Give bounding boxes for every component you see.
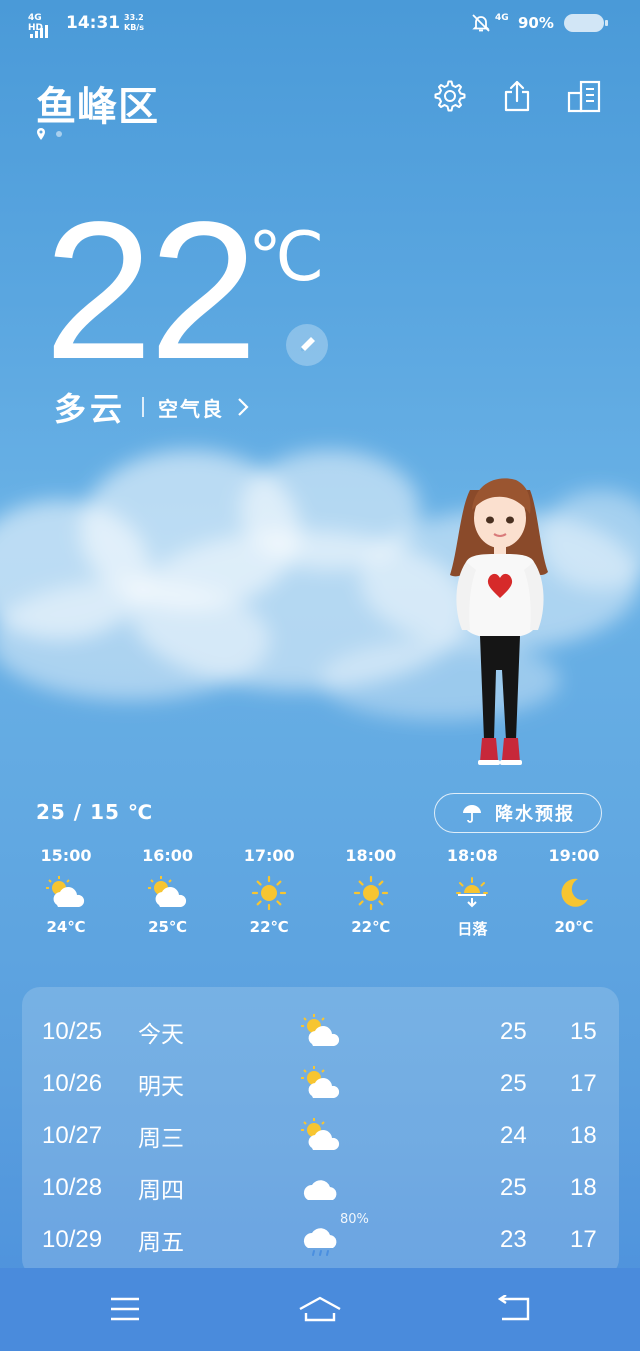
signal-indicator: 4G HD xyxy=(28,13,58,38)
rain-icon xyxy=(303,1228,337,1256)
daily-date: 10/26 xyxy=(42,1070,103,1097)
divider xyxy=(142,397,145,417)
daily-weekday: 今天 xyxy=(138,1022,184,1048)
hourly-item: 18:08 日落 xyxy=(422,846,522,939)
battery-percent: 90% xyxy=(518,14,554,32)
daily-date: 10/27 xyxy=(42,1122,103,1149)
daily-high: 23 xyxy=(500,1226,527,1253)
hour-time: 19:00 xyxy=(548,846,600,865)
daily-row[interactable]: 10/29 周五 80% 23 17 xyxy=(22,1212,619,1266)
back-button[interactable] xyxy=(485,1284,545,1334)
hour-temp: 20℃ xyxy=(554,918,594,936)
daily-low: 17 xyxy=(570,1226,597,1253)
partly-cloudy-icon xyxy=(46,876,85,907)
speed-value: 33.2 xyxy=(124,13,144,22)
sun-icon xyxy=(353,875,388,911)
hour-time: 18:08 xyxy=(446,846,498,865)
daily-weekday: 周五 xyxy=(138,1230,184,1256)
page-dot xyxy=(56,131,62,137)
city-list-button[interactable] xyxy=(564,76,604,116)
weather-character-illustration xyxy=(450,478,548,765)
daily-date: 10/25 xyxy=(42,1018,103,1045)
hourly-forecast[interactable]: 15:00 24℃ 16:00 25℃ 17:00 22℃ 18:00 22℃ … xyxy=(16,846,624,939)
hour-temp: 24℃ xyxy=(46,918,86,936)
system-navigation-bar xyxy=(0,1268,640,1351)
current-temperature: 22 xyxy=(44,181,258,400)
city-name[interactable]: 鱼峰区 xyxy=(36,74,159,132)
network-speed: 33.2 KB/s xyxy=(124,13,144,33)
daily-low: 18 xyxy=(570,1122,597,1149)
network-type-right: 4G xyxy=(495,13,509,23)
edit-button[interactable] xyxy=(286,324,328,366)
hourly-item: 18:00 22℃ xyxy=(321,846,421,939)
settings-button[interactable] xyxy=(430,76,470,116)
sun-icon xyxy=(252,875,287,911)
daily-weekday: 明天 xyxy=(138,1074,184,1100)
daily-high: 25 xyxy=(500,1174,527,1201)
daily-low: 17 xyxy=(570,1070,597,1097)
hourly-item: 17:00 22℃ xyxy=(219,846,319,939)
daily-row[interactable]: 10/28 周四 25 18 xyxy=(22,1162,619,1214)
cloud-icon xyxy=(303,1180,337,1200)
daily-weekday: 周四 xyxy=(138,1178,184,1204)
partly-cloudy-icon xyxy=(301,1014,340,1046)
air-quality-link[interactable]: 空气良 xyxy=(158,393,224,422)
hour-time: 18:00 xyxy=(345,846,397,865)
sunset-label: 日落 xyxy=(457,920,488,938)
daily-date: 10/28 xyxy=(42,1174,103,1201)
back-icon xyxy=(498,1295,530,1321)
buildings-icon xyxy=(567,80,601,113)
precipitation-forecast-button[interactable]: 降水预报 xyxy=(434,793,602,833)
daily-low: 15 xyxy=(570,1018,597,1045)
umbrella-icon xyxy=(463,805,481,823)
precipitation-label: 降水预报 xyxy=(495,804,575,825)
daily-high: 25 xyxy=(500,1018,527,1045)
sunset-icon xyxy=(456,877,489,908)
partly-cloudy-icon xyxy=(301,1066,340,1098)
share-icon xyxy=(504,80,530,112)
battery-icon xyxy=(564,14,608,32)
daily-high: 24 xyxy=(500,1122,527,1149)
hourly-item: 15:00 24℃ xyxy=(16,846,116,939)
status-bar: 4G HD 14:31 33.2 KB/s 4G 90% xyxy=(0,0,640,48)
daily-forecast-card[interactable]: 10/25 今天 25 15 10/26 明天 25 17 10/27 周三 2… xyxy=(22,987,619,1277)
daily-weekday: 周三 xyxy=(138,1126,184,1152)
daily-row[interactable]: 10/26 明天 25 17 xyxy=(22,1058,619,1110)
daily-high: 25 xyxy=(500,1070,527,1097)
share-button[interactable] xyxy=(497,76,537,116)
home-button[interactable] xyxy=(290,1284,350,1334)
hourly-item: 16:00 25℃ xyxy=(118,846,218,939)
daily-low: 18 xyxy=(570,1174,597,1201)
home-icon xyxy=(299,1296,341,1322)
daily-date: 10/29 xyxy=(42,1226,103,1253)
hour-time: 16:00 xyxy=(142,846,194,865)
signal-bars-icon xyxy=(30,25,48,38)
partly-cloudy-icon xyxy=(147,876,186,907)
hour-time: 15:00 xyxy=(40,846,92,865)
temperature-range: 25 / 15 ℃ xyxy=(36,800,154,824)
hour-temp: 22℃ xyxy=(249,918,289,936)
precip-probability: 80% xyxy=(340,1212,369,1227)
chevron-right-icon[interactable] xyxy=(236,396,250,418)
hour-temp: 22℃ xyxy=(351,918,391,936)
hour-temp: 25℃ xyxy=(148,918,188,936)
hourly-item: 19:00 20℃ xyxy=(524,846,624,939)
hour-time: 17:00 xyxy=(243,846,295,865)
moon-icon xyxy=(561,878,588,907)
gear-icon xyxy=(434,80,466,112)
menu-button[interactable] xyxy=(95,1284,155,1334)
daily-row[interactable]: 10/25 今天 25 15 xyxy=(22,1006,619,1058)
daily-row[interactable]: 10/27 周三 24 18 xyxy=(22,1110,619,1162)
clock: 14:31 xyxy=(66,13,121,33)
temperature-unit: ℃ xyxy=(248,219,325,295)
pencil-icon xyxy=(300,337,315,352)
location-pin-icon xyxy=(37,128,45,140)
speed-unit: KB/s xyxy=(124,23,144,32)
location-page-indicator xyxy=(36,128,62,140)
menu-icon xyxy=(111,1297,139,1321)
partly-cloudy-icon xyxy=(301,1118,340,1150)
muted-bell-icon xyxy=(472,14,490,32)
